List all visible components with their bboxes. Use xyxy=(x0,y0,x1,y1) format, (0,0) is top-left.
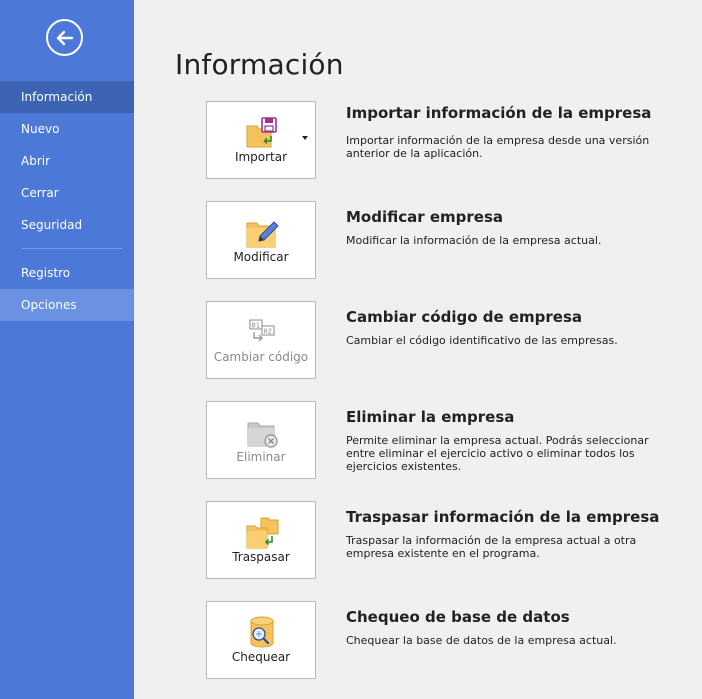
change-code-title: Cambiar código de empresa xyxy=(346,308,583,326)
modify-title: Modificar empresa xyxy=(346,208,504,226)
modify-button[interactable]: Modificar xyxy=(206,201,316,279)
modify-button-label: Modificar xyxy=(233,250,289,264)
transfer-button-label: Traspasar xyxy=(232,550,290,564)
import-button-label: Importar xyxy=(234,150,288,164)
back-button[interactable] xyxy=(46,19,83,56)
import-title: Importar información de la empresa xyxy=(346,104,652,122)
transfer-folder-icon xyxy=(246,517,279,549)
delete-folder-icon xyxy=(247,422,278,448)
delete-description: Permite eliminar la empresa actual. Podr… xyxy=(346,434,649,473)
nav-item-abrir[interactable]: Abrir xyxy=(0,145,134,177)
check-button-label: Chequear xyxy=(231,650,291,664)
check-title: Chequeo de base de datos xyxy=(346,608,570,626)
nav-item-registro[interactable]: Registro xyxy=(0,257,134,289)
page-title: Información xyxy=(175,48,344,81)
import-button[interactable]: Importar xyxy=(206,101,316,179)
delete-title: Eliminar la empresa xyxy=(346,408,515,426)
change-code-description: Cambiar el código identificativo de las … xyxy=(346,334,618,347)
change-code-button[interactable]: 01 02 Cambiar código xyxy=(206,301,316,379)
nav-item-cerrar[interactable]: Cerrar xyxy=(0,177,134,209)
back-arrow-icon xyxy=(56,30,73,45)
delete-button[interactable]: Eliminar xyxy=(206,401,316,479)
svg-text:01: 01 xyxy=(252,322,260,330)
delete-button-label: Eliminar xyxy=(236,450,286,464)
modify-description: Modificar la información de la empresa a… xyxy=(346,234,602,247)
nav-item-opciones[interactable]: Opciones xyxy=(0,289,134,321)
nav-item-nuevo[interactable]: Nuevo xyxy=(0,113,134,145)
nav-item-informacion[interactable]: Información xyxy=(0,81,134,113)
edit-folder-icon xyxy=(246,221,279,248)
import-description: Importar información de la empresa desde… xyxy=(346,134,650,160)
change-code-icon: 01 02 xyxy=(249,319,275,342)
transfer-description: Traspasar la información de la empresa a… xyxy=(346,534,637,560)
sidebar: Información Nuevo Abrir Cerrar Seguridad… xyxy=(0,0,134,699)
transfer-button[interactable]: Traspasar xyxy=(206,501,316,579)
change-code-button-label: Cambiar código xyxy=(213,350,309,364)
import-folder-icon xyxy=(246,117,277,148)
check-button[interactable]: Chequear xyxy=(206,601,316,679)
nav-item-seguridad[interactable]: Seguridad xyxy=(0,209,134,241)
transfer-title: Traspasar información de la empresa xyxy=(346,508,660,526)
dropdown-arrow-icon[interactable] xyxy=(302,136,308,140)
check-description: Chequear la base de datos de la empresa … xyxy=(346,634,617,647)
svg-text:02: 02 xyxy=(264,328,272,336)
database-check-icon xyxy=(250,616,274,648)
sidebar-divider xyxy=(21,248,123,249)
